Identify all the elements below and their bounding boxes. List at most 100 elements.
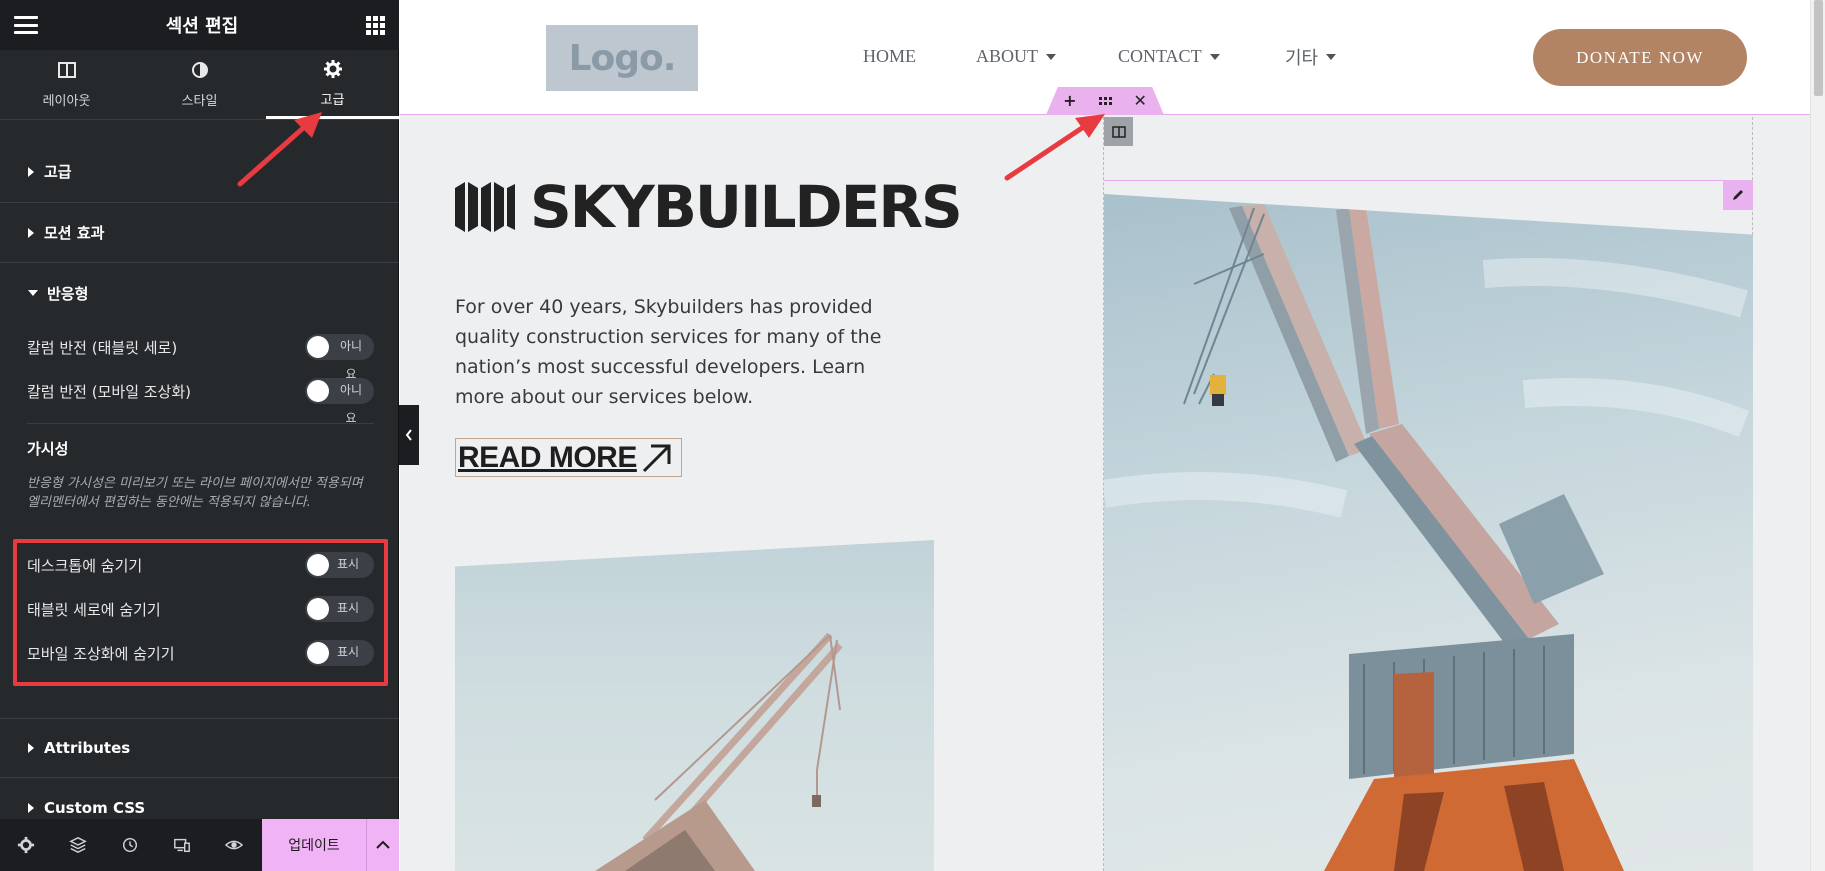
hide-desktop-toggle[interactable]: 표시 <box>305 552 374 578</box>
visibility-title: 가시성 <box>27 440 69 458</box>
reverse-columns-mobile-toggle[interactable]: 아니요 <box>305 378 374 425</box>
collapse-panel-button[interactable] <box>399 405 419 465</box>
tab-layout[interactable]: 레이아웃 <box>0 50 133 119</box>
panel-footer: 업데이트 <box>0 819 399 871</box>
crane-illustration <box>1104 204 1750 871</box>
tab-advanced-label: 고급 <box>320 92 345 108</box>
column-icon <box>1111 125 1126 138</box>
read-more-label: READ MORE <box>458 440 637 474</box>
section-motion-effects[interactable]: 모션 효과 <box>0 203 399 263</box>
edit-widget-button[interactable] <box>1723 180 1753 210</box>
caret-right-icon <box>28 227 34 238</box>
panel-header: 섹션 편집 <box>0 0 399 50</box>
section-responsive[interactable]: 반응형 <box>0 263 399 323</box>
crane-hook <box>1210 375 1226 395</box>
gear-icon <box>323 59 343 83</box>
hide-tablet-toggle[interactable]: 표시 <box>305 596 374 622</box>
brand-mark-icon <box>455 182 515 232</box>
nav-more-label: 기타 <box>1285 48 1319 68</box>
toggle-knob <box>307 642 329 664</box>
editor-panel: 섹션 편집 레이아웃 스타일 고급 고급 모션 효과 반응형 칼럼 반전 (태블… <box>0 0 399 871</box>
layout-icon <box>57 60 77 84</box>
style-icon <box>190 60 210 84</box>
hide-tablet-label: 태블릿 세로에 숨기기 <box>27 600 161 619</box>
menu-icon[interactable] <box>14 16 38 34</box>
caret-right-icon <box>28 803 34 813</box>
nav-more[interactable]: 기타 <box>1285 44 1337 70</box>
hide-mobile-toggle[interactable]: 표시 <box>305 640 374 666</box>
column-handle[interactable] <box>1104 117 1133 146</box>
nav-contact[interactable]: CONTACT <box>1118 46 1220 67</box>
nav-home[interactable]: HOME <box>863 46 916 67</box>
reverse-columns-mobile-row: 칼럼 반전 (모바일 조상화) 아니요 <box>27 376 374 425</box>
section-motion-label: 모션 효과 <box>44 224 105 242</box>
toggle-knob <box>307 554 329 576</box>
widgets-grid-icon[interactable] <box>365 15 385 35</box>
toggle-text: 표시 <box>337 645 360 659</box>
update-options-button[interactable] <box>366 819 399 871</box>
visibility-note: 반응형 가시성은 미리보기 또는 라이브 페이지에서만 적용되며 엘리멘터에서 … <box>27 476 363 510</box>
drag-handle-icon[interactable] <box>1098 97 1112 105</box>
nav-home-label: HOME <box>863 46 916 66</box>
crane-image-small <box>455 540 934 871</box>
section-attributes[interactable]: Attributes <box>0 718 399 778</box>
section-attributes-label: Attributes <box>44 739 131 757</box>
section-custom-css-label: Custom CSS <box>44 799 146 817</box>
caret-down-icon <box>28 290 38 296</box>
scrollbar-thumb[interactable] <box>1814 0 1823 96</box>
layers-icon[interactable] <box>52 819 104 871</box>
nav-about-label: ABOUT <box>976 46 1038 66</box>
divider <box>27 423 374 424</box>
widget-outline <box>1104 180 1753 181</box>
site-logo[interactable]: Logo. <box>546 25 698 91</box>
reverse-columns-tablet-row: 칼럼 반전 (태블릿 세로) 아니요 <box>27 332 374 381</box>
section-handle: + ✕ <box>1046 87 1164 115</box>
pencil-icon <box>1733 190 1743 200</box>
panel-title: 섹션 편집 <box>165 16 239 37</box>
caret-down-icon <box>1326 54 1337 60</box>
nav-about[interactable]: ABOUT <box>976 46 1056 67</box>
crane-illustration <box>595 632 843 871</box>
panel-tabs: 레이아웃 스타일 고급 <box>0 50 399 120</box>
reverse-columns-tablet-label: 칼럼 반전 (태블릿 세로) <box>27 338 178 357</box>
hide-desktop-row: 데스크톱에 숨기기 표시 <box>27 550 374 580</box>
section-advanced[interactable]: 고급 <box>0 141 399 203</box>
reverse-columns-mobile-label: 칼럼 반전 (모바일 조상화) <box>27 382 192 401</box>
reverse-columns-tablet-toggle[interactable]: 아니요 <box>305 334 374 381</box>
caret-down-icon <box>1046 53 1056 60</box>
caret-right-icon <box>28 743 34 753</box>
toggle-knob <box>307 380 329 402</box>
hide-desktop-label: 데스크톱에 숨기기 <box>27 556 143 575</box>
toggle-knob <box>307 336 329 358</box>
history-icon[interactable] <box>104 819 156 871</box>
arrow-up-right-icon <box>642 444 671 472</box>
responsive-icon[interactable] <box>156 819 208 871</box>
settings-icon[interactable] <box>0 819 52 871</box>
toggle-text: 표시 <box>337 557 360 571</box>
tab-style[interactable]: 스타일 <box>133 50 266 119</box>
chevron-left-icon <box>405 429 412 441</box>
section-responsive-label: 반응형 <box>47 284 89 303</box>
hide-tablet-row: 태블릿 세로에 숨기기 표시 <box>27 594 374 624</box>
chevron-up-icon <box>376 840 390 849</box>
eye-icon[interactable] <box>208 819 260 871</box>
add-section-icon[interactable]: + <box>1063 93 1076 109</box>
brand-wordmark: SKYBUILDERS <box>530 173 963 241</box>
hide-mobile-label: 모바일 조상화에 숨기기 <box>27 644 175 663</box>
toggle-text: 표시 <box>337 601 360 615</box>
crane-image-large <box>1104 194 1753 871</box>
tab-layout-label: 레이아웃 <box>42 94 91 109</box>
delete-section-icon[interactable]: ✕ <box>1134 93 1147 109</box>
page-scrollbar[interactable] <box>1810 0 1825 871</box>
caret-right-icon <box>28 166 34 177</box>
caret-down-icon <box>1209 53 1220 60</box>
donate-now-button[interactable]: DONATE NOW <box>1533 29 1747 86</box>
tab-advanced[interactable]: 고급 <box>266 50 399 119</box>
section-advanced-label: 고급 <box>44 163 72 181</box>
update-button[interactable]: 업데이트 <box>262 819 366 871</box>
hide-mobile-row: 모바일 조상화에 숨기기 표시 <box>27 638 374 668</box>
page-preview: Logo. HOME ABOUT CONTACT 기타 DONATE NOW + <box>400 0 1810 871</box>
read-more-link[interactable]: READ MORE <box>455 438 682 477</box>
toggle-knob <box>307 598 329 620</box>
brand-heading: SKYBUILDERS <box>455 173 963 241</box>
